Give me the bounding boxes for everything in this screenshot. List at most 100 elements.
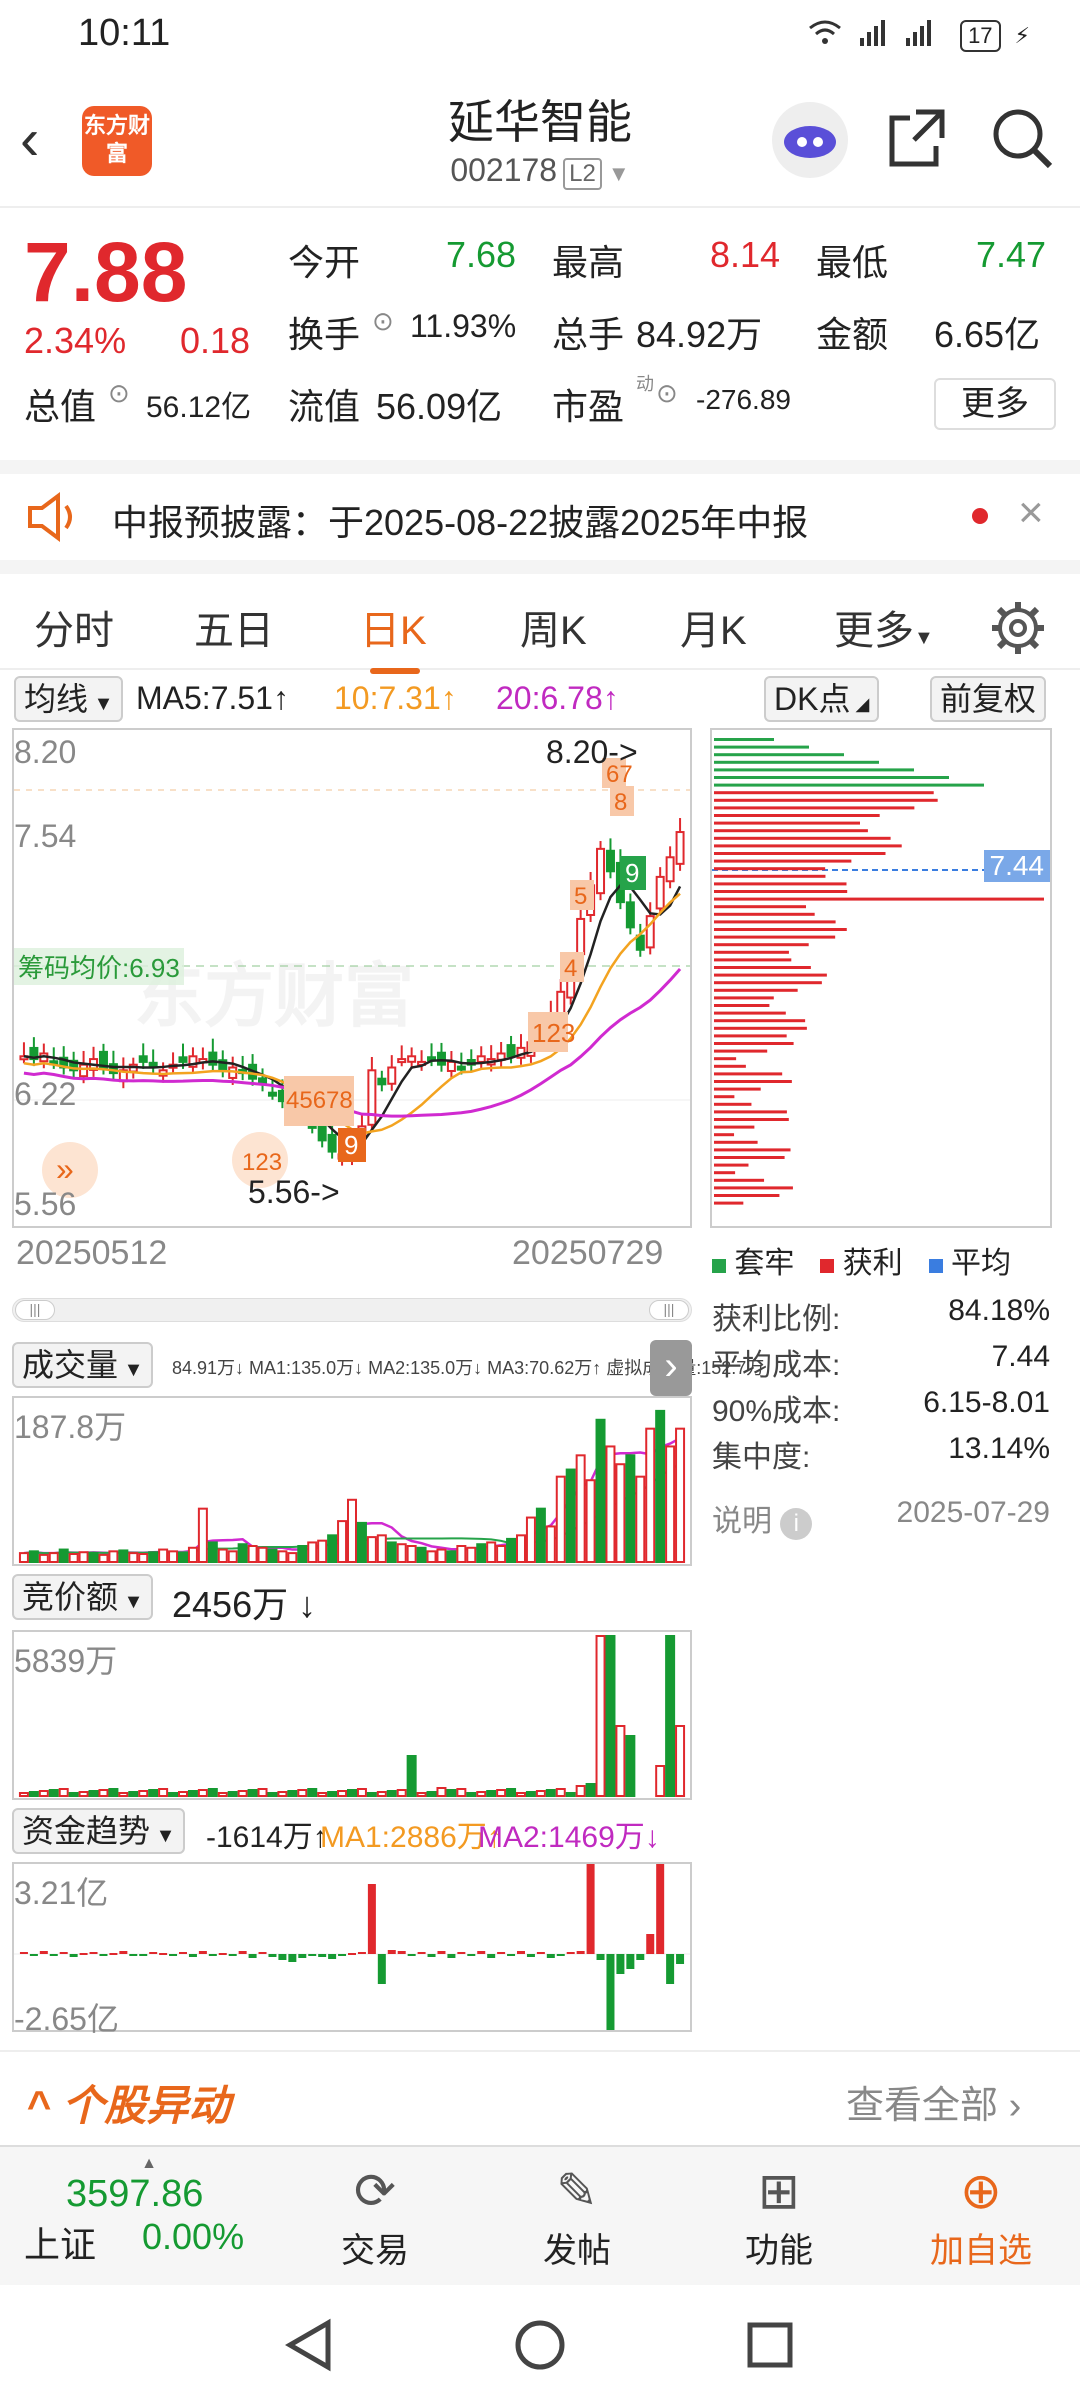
auction-bar	[476, 1791, 487, 1797]
flow-bar	[616, 1954, 625, 1974]
more-quote-button[interactable]: 更多	[934, 378, 1056, 430]
close-icon[interactable]: ×	[1018, 488, 1044, 538]
chip-note[interactable]: 说明 i	[712, 1496, 813, 1540]
wifi-icon	[808, 20, 842, 52]
volume-bar	[207, 1541, 218, 1563]
high-label: 最高	[552, 242, 625, 283]
auction-panel[interactable]: 5839万	[12, 1630, 692, 1800]
auction-bar	[28, 1791, 39, 1797]
auction-bar	[516, 1792, 526, 1797]
view-all-link[interactable]: 查看全部 ›	[846, 2074, 1021, 2129]
flow-ymax: 3.21亿	[14, 1875, 109, 1911]
volume-bar	[48, 1552, 59, 1564]
back-triangle-icon[interactable]	[280, 2315, 340, 2375]
search-icon[interactable]	[990, 106, 1054, 175]
range-handle-left[interactable]: |||	[15, 1300, 55, 1320]
auction-bar	[575, 1785, 586, 1797]
share-icon[interactable]	[886, 106, 946, 175]
caret-down-icon: ▼	[118, 1591, 144, 1613]
tab-yuek[interactable]: 月K	[680, 598, 747, 656]
volume-bar	[187, 1546, 198, 1563]
volume-bar	[436, 1548, 447, 1564]
chip-bar	[714, 798, 938, 802]
volume-bar	[38, 1553, 49, 1563]
flow-bar	[536, 1952, 545, 1954]
functions-button[interactable]: ⊞ 功能	[714, 2159, 844, 2272]
auction-value: 2456万 ↓	[172, 1584, 317, 1625]
auction-selector-label: 竞价额	[22, 1579, 119, 1615]
volume-bar	[237, 1543, 248, 1564]
tab-rik[interactable]: 日K	[360, 598, 427, 656]
flow-bar	[149, 1952, 158, 1954]
ma20-value: 20:6.78↑	[496, 680, 619, 716]
range-scrollbar[interactable]: ||| |||	[12, 1298, 692, 1322]
range-handle-right[interactable]: |||	[649, 1300, 689, 1320]
pe-label: 市盈	[552, 386, 625, 427]
candlestick-panel[interactable]: 东方财富 67 8 9 5 4 123 45678 9 123 » 8.20 7…	[12, 728, 692, 1228]
flow-bar	[298, 1954, 307, 1958]
tab-wuri[interactable]: 五日	[194, 598, 274, 656]
adjust-button[interactable]: 前复权	[930, 676, 1047, 722]
chip-date: 2025-07-29	[896, 1496, 1050, 1529]
info-icon[interactable]: ⊙	[656, 378, 678, 409]
auction-bar	[307, 1788, 318, 1797]
flow-bar	[129, 1954, 138, 1956]
recents-square-icon[interactable]	[740, 2315, 800, 2375]
chip-bar	[714, 1125, 755, 1129]
auction-bar	[426, 1791, 437, 1797]
tab-zhouk[interactable]: 周K	[520, 598, 587, 656]
chip-stat-label: 90%成本:	[712, 1395, 841, 1428]
plus-circle-icon: ⊕	[960, 2163, 1002, 2219]
settings-gear-icon[interactable]	[990, 600, 1046, 661]
flow-bar	[507, 1954, 516, 1956]
volume-bar	[317, 1539, 328, 1564]
flow-bar	[367, 1884, 376, 1954]
volume-selector[interactable]: 成交量 ▼	[12, 1342, 154, 1388]
index-ticker[interactable]: ▲ 3597.86 上证 0.00%	[24, 2155, 274, 2268]
add-watchlist-button[interactable]: ⊕ 加自选	[916, 2159, 1046, 2272]
info-icon[interactable]: ⊙	[372, 306, 394, 337]
home-circle-icon[interactable]	[510, 2315, 570, 2375]
trade-button[interactable]: ⟳ 交易	[310, 2159, 440, 2272]
dk-marker-label: 9	[625, 858, 639, 888]
chip-bar	[714, 738, 774, 741]
volume-bar	[416, 1546, 427, 1563]
volume-label: 总手	[552, 314, 625, 355]
chip-bar	[714, 966, 811, 969]
auction-bar	[416, 1792, 427, 1797]
volume-panel[interactable]: 187.8万	[12, 1396, 692, 1566]
chip-distribution-svg	[712, 738, 1050, 1205]
auction-bar	[625, 1735, 636, 1797]
post-button[interactable]: ✎ 发帖	[512, 2159, 642, 2272]
flow-bar	[268, 1954, 277, 1957]
volume-bar	[138, 1553, 149, 1563]
chip-bar	[714, 859, 852, 863]
auction-bar	[108, 1788, 119, 1797]
stock-header: ‹ 东方财富 延华智能 002178 L2 ▼	[0, 72, 1080, 208]
flow-panel[interactable]: 3.21亿 -2.65亿	[12, 1862, 692, 2037]
notice-bar[interactable]: 中报预披露：于2025-08-22披露2025年中报 ×	[0, 460, 1080, 560]
flow-selector-label: 资金趋势	[22, 1813, 151, 1849]
chip-note-label: 说明	[712, 1505, 772, 1538]
min-price-label: 5.56->	[248, 1174, 340, 1210]
expand-chevron-glyph: »	[56, 1151, 74, 1187]
auction-selector[interactable]: 竞价额 ▼	[12, 1574, 154, 1620]
auction-bar	[247, 1789, 258, 1797]
flow-bar	[308, 1954, 317, 1956]
auction-bar	[98, 1789, 109, 1797]
volume-bar	[158, 1548, 169, 1564]
chip-bar	[714, 806, 915, 810]
auction-bar	[118, 1792, 129, 1797]
tab-fenshi[interactable]: 分时	[34, 598, 114, 656]
assistant-avatar-icon[interactable]	[772, 102, 848, 178]
flow-bar	[477, 1951, 486, 1954]
low-label: 最低	[816, 242, 889, 283]
chevron-right-icon[interactable]: ›	[650, 1340, 692, 1396]
chip-stat-value: 7.44	[991, 1340, 1050, 1373]
tab-more[interactable]: 更多▼	[834, 598, 934, 656]
dk-marker-label: 5	[574, 883, 587, 910]
flow-selector[interactable]: 资金趋势 ▼	[12, 1808, 186, 1854]
dk-point-button[interactable]: DK点 ◢	[764, 676, 880, 722]
ma-selector[interactable]: 均线 ▼	[14, 676, 124, 722]
info-icon[interactable]: ⊙	[108, 378, 130, 409]
